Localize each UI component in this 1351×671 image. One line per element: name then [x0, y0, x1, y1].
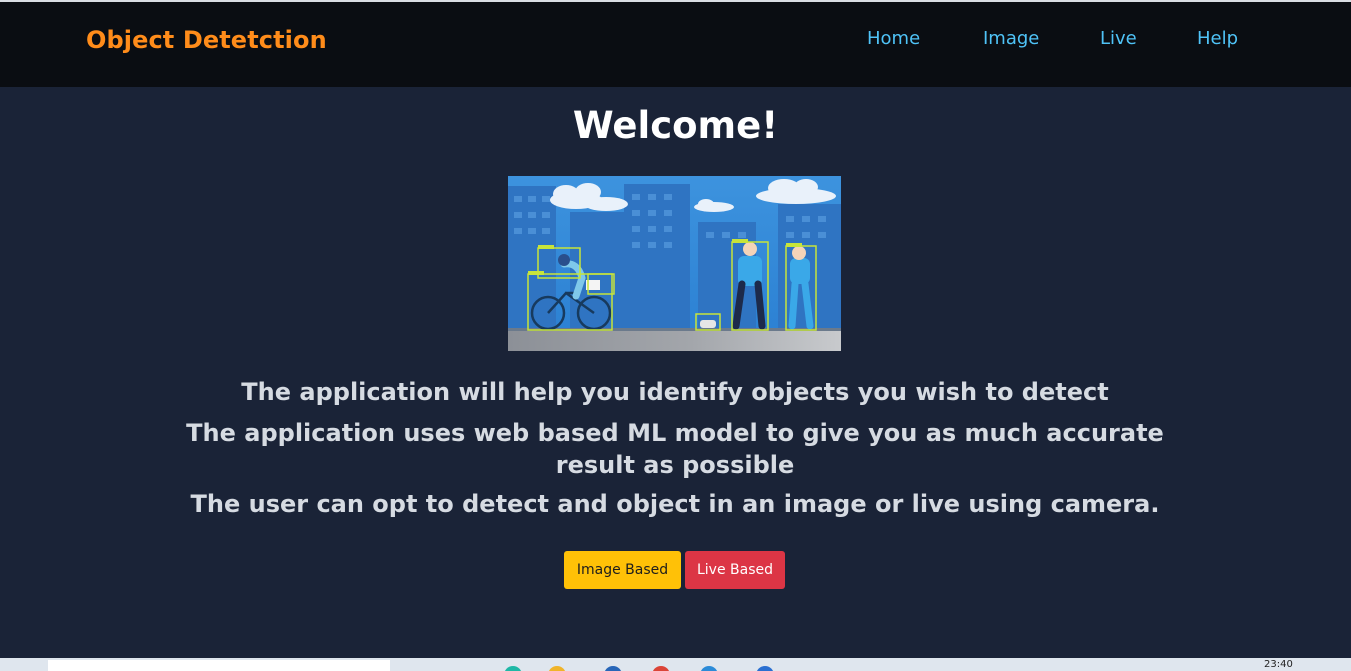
taskbar-edge-icon[interactable]	[504, 666, 522, 671]
nav-link-home[interactable]: Home	[867, 28, 920, 49]
nav-link-image[interactable]: Image	[983, 28, 1039, 49]
os-taskbar: 23:40	[0, 658, 1351, 671]
taskbar-clock[interactable]: 23:40	[1264, 660, 1293, 670]
nav-link-live[interactable]: Live	[1100, 28, 1137, 49]
taskbar-chrome-icon[interactable]	[652, 666, 670, 671]
description-line-3: The user can opt to detect and object in…	[190, 490, 1160, 518]
navbar: Object Detetction Home Image Live Help	[0, 2, 1351, 87]
taskbar-store-icon[interactable]	[604, 666, 622, 671]
live-based-button[interactable]: Live Based	[685, 551, 785, 589]
taskbar-app-icon[interactable]	[756, 666, 774, 671]
nav-link-help[interactable]: Help	[1197, 28, 1238, 49]
page-title: Welcome!	[572, 104, 779, 147]
description-line-1: The application will help you identify o…	[241, 378, 1109, 406]
taskbar-vscode-icon[interactable]	[700, 666, 718, 671]
brand-link[interactable]: Object Detetction	[86, 26, 327, 54]
hero-illustration	[508, 176, 841, 351]
description-line-2: The application uses web based ML model …	[186, 419, 1164, 479]
taskbar-search-box[interactable]	[48, 660, 390, 671]
taskbar-folder-icon[interactable]	[548, 666, 566, 671]
image-based-button[interactable]: Image Based	[564, 551, 681, 589]
